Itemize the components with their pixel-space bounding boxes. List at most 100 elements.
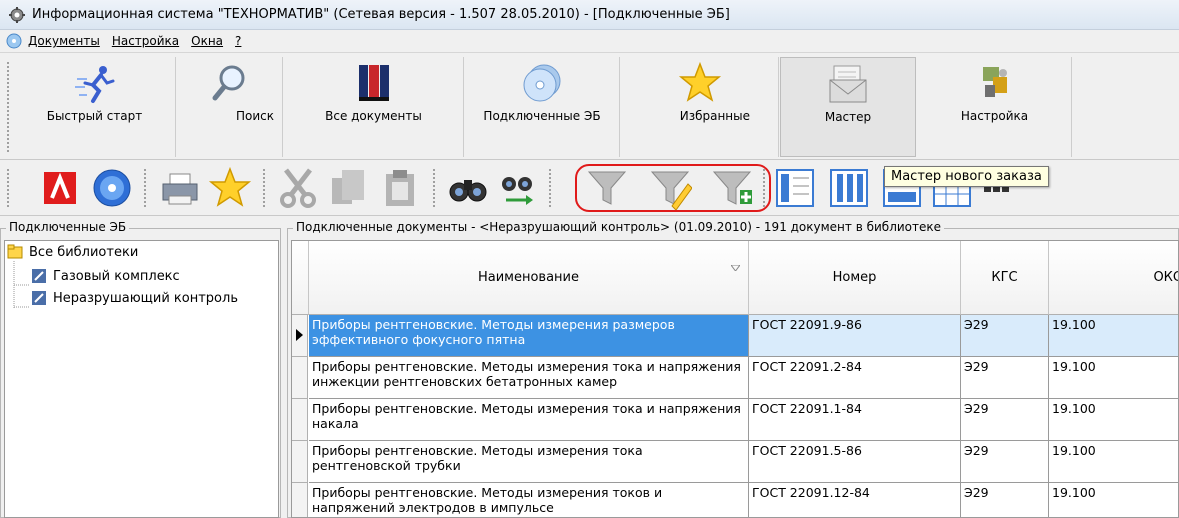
cell-oks[interactable]: 19.100 xyxy=(1049,315,1178,357)
toolbar-separator xyxy=(548,168,552,208)
all-documents-button[interactable]: Все документы xyxy=(284,57,464,157)
paste-icon xyxy=(386,170,414,206)
toolbar-grip[interactable] xyxy=(6,168,10,208)
cell-kgs[interactable]: Э29 xyxy=(961,399,1049,441)
column-header-label: ОКС xyxy=(1153,270,1178,285)
row-indicator xyxy=(292,399,308,441)
tooltip: Мастер нового заказа xyxy=(884,166,1049,187)
column-header-kgs[interactable]: КГС xyxy=(961,241,1049,315)
printer-icon xyxy=(162,173,198,205)
wizard-button[interactable]: Мастер xyxy=(780,57,916,157)
connected-documents-panel: Подключенные документы - <Неразрушающий … xyxy=(287,220,1179,518)
app-window: Информационная система "ТЕХНОРМАТИВ" (Се… xyxy=(0,0,1179,518)
cell-name[interactable]: Приборы рентгеновские. Методы измерения … xyxy=(309,315,749,357)
column-header-number[interactable]: Номер xyxy=(749,241,961,315)
row-indicator xyxy=(292,315,308,357)
tree-item-label: Все библиотеки xyxy=(29,244,139,260)
cell-kgs[interactable]: Э29 xyxy=(961,441,1049,483)
tree-item-all-libraries[interactable]: Все библиотеки xyxy=(7,243,138,261)
row-indicator xyxy=(292,483,308,517)
filter-buttons-highlight xyxy=(575,164,771,212)
paste-button[interactable] xyxy=(378,166,422,210)
cell-oks[interactable]: 19.100 xyxy=(1049,357,1178,399)
current-row-arrow-icon xyxy=(296,329,303,341)
settings-label: Настройка xyxy=(960,109,1029,123)
print-button[interactable] xyxy=(158,166,202,210)
binoculars-next-icon xyxy=(502,177,533,205)
all-documents-label: Все документы xyxy=(325,109,422,123)
cell-number[interactable]: ГОСТ 22091.1-84 xyxy=(749,399,961,441)
tree-item-label: Неразрушающий контроль xyxy=(53,290,238,306)
column-header-label: КГС xyxy=(991,270,1018,285)
title-bar: Информационная система "ТЕХНОРМАТИВ" (Се… xyxy=(0,0,1179,30)
cell-oks[interactable]: 19.100 xyxy=(1049,441,1178,483)
column-header-oks[interactable]: ОКС xyxy=(1049,241,1178,315)
favorites-button[interactable]: Избранные xyxy=(621,57,779,157)
acrobat-icon xyxy=(44,172,76,204)
documents-grid: Наименование Номер КГС ОКС Приборы рентг… xyxy=(291,240,1179,518)
library-icon xyxy=(32,269,46,283)
cut-button[interactable] xyxy=(276,166,320,210)
quick-start-label: Быстрый старт xyxy=(46,109,143,123)
folder-icon xyxy=(7,244,23,259)
cell-kgs[interactable]: Э29 xyxy=(961,315,1049,357)
disc-icon xyxy=(93,169,131,207)
connected-eb-label: Подключенные ЭБ xyxy=(483,109,601,123)
quick-start-button[interactable]: Быстрый старт xyxy=(14,57,176,157)
cell-kgs[interactable]: Э29 xyxy=(961,357,1049,399)
cell-name[interactable]: Приборы рентгеновские. Методы измерения … xyxy=(309,399,749,441)
toolbar-grip[interactable] xyxy=(6,61,10,153)
cell-number[interactable]: ГОСТ 22091.12-84 xyxy=(749,483,961,517)
add-favorite-button[interactable] xyxy=(208,166,252,210)
cell-oks[interactable]: 19.100 xyxy=(1049,399,1178,441)
cell-name[interactable]: Приборы рентгеновские. Методы измерения … xyxy=(309,357,749,399)
acrobat-button[interactable] xyxy=(38,166,82,210)
connected-eb-button[interactable]: Подключенные ЭБ xyxy=(465,57,620,157)
sort-icon xyxy=(731,265,740,271)
panel-caption: Подключенные ЭБ xyxy=(6,220,130,234)
menu-settings[interactable]: Настройка xyxy=(112,34,179,48)
view-columns-button[interactable] xyxy=(827,166,871,210)
row-indicator xyxy=(292,441,308,483)
tree-item-ndt[interactable]: Неразрушающий контроль xyxy=(31,289,238,307)
search-button[interactable]: Поиск xyxy=(177,57,283,157)
system-menu-icon[interactable] xyxy=(6,33,22,49)
row-indicator xyxy=(292,357,308,399)
star-icon xyxy=(678,61,721,102)
window-title: Информационная система "ТЕХНОРМАТИВ" (Се… xyxy=(32,7,730,22)
cell-oks[interactable]: 19.100 xyxy=(1049,483,1178,517)
toolbar-separator xyxy=(432,168,436,208)
copy-button[interactable] xyxy=(326,166,370,210)
column-header-label: Номер xyxy=(832,270,877,285)
magnifier-icon xyxy=(212,65,244,101)
search-label: Поиск xyxy=(235,109,274,123)
menu-windows[interactable]: Окна xyxy=(191,34,223,48)
toolbar-separator xyxy=(262,168,266,208)
row-indicator-header xyxy=(292,241,309,315)
runner-icon xyxy=(74,66,114,103)
app-gear-icon xyxy=(9,6,25,23)
column-header-label: Наименование xyxy=(477,270,580,285)
connected-eb-panel: Подключенные ЭБ Все библиотеки Газовый к… xyxy=(0,220,281,518)
find-button[interactable] xyxy=(446,166,490,210)
disc-button[interactable] xyxy=(90,166,134,210)
main-toolbar: Быстрый старт Поиск Все документы Подклю… xyxy=(0,52,1179,160)
tree-item-label: Газовый комплекс xyxy=(53,268,180,284)
cell-number[interactable]: ГОСТ 22091.9-86 xyxy=(749,315,961,357)
find-next-button[interactable] xyxy=(496,166,540,210)
menu-help[interactable]: ? xyxy=(235,34,241,48)
favorites-label: Избранные xyxy=(679,109,750,123)
view-list-button[interactable] xyxy=(773,166,817,210)
menu-documents[interactable]: Документы xyxy=(28,34,100,48)
cell-number[interactable]: ГОСТ 22091.2-84 xyxy=(749,357,961,399)
settings-button[interactable]: Настройка xyxy=(918,57,1072,157)
cell-kgs[interactable]: Э29 xyxy=(961,483,1049,517)
toolbar-separator xyxy=(143,168,147,208)
envelope-icon xyxy=(829,65,867,103)
cell-name[interactable]: Приборы рентгеновские. Методы измерения … xyxy=(309,441,749,483)
tree-item-gas-complex[interactable]: Газовый комплекс xyxy=(31,267,180,285)
column-header-name[interactable]: Наименование xyxy=(309,241,749,315)
cell-number[interactable]: ГОСТ 22091.5-86 xyxy=(749,441,961,483)
menu-bar: Документы Настройка Окна ? xyxy=(0,30,1179,52)
cell-name[interactable]: Приборы рентгеновские. Методы измерения … xyxy=(309,483,749,517)
